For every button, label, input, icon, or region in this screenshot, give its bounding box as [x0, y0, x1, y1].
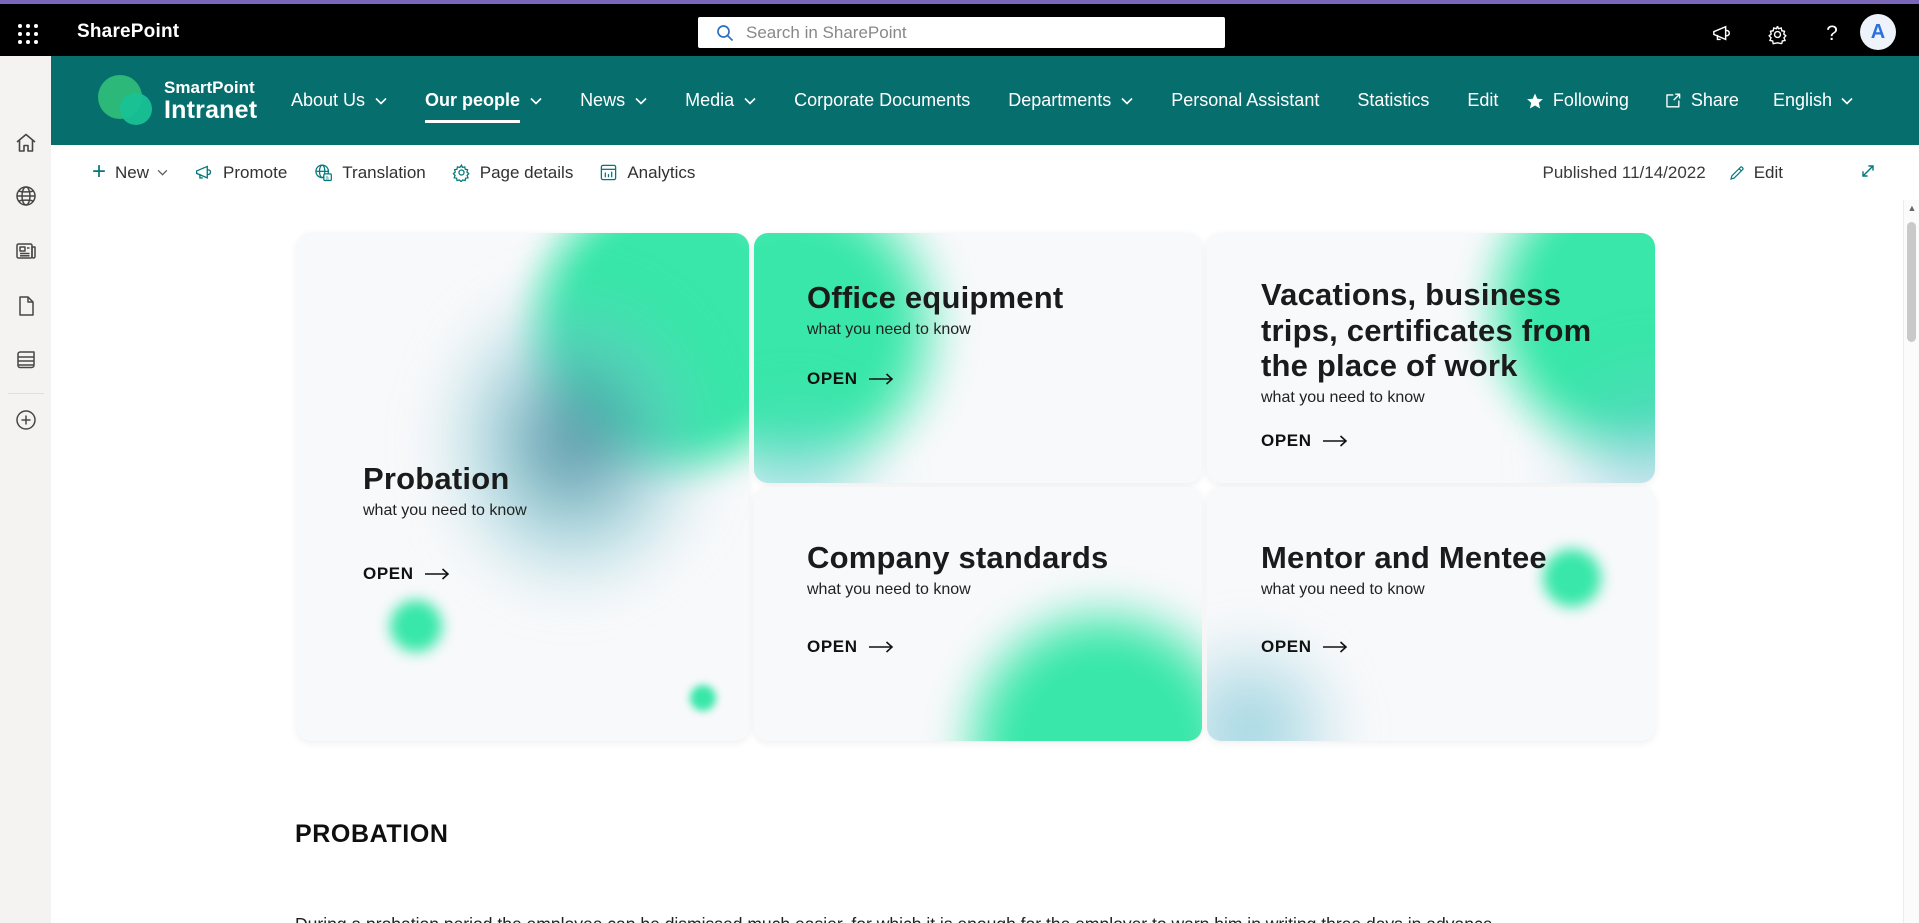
share-button[interactable]: Share	[1663, 90, 1739, 111]
help-icon[interactable]: ?	[1818, 20, 1846, 48]
chevron-down-icon	[635, 97, 647, 105]
left-app-bar	[0, 56, 51, 923]
arrow-right-icon	[868, 641, 894, 653]
scroll-up-arrow[interactable]: ▲	[1907, 203, 1917, 213]
logo-line1: SmartPoint	[164, 79, 257, 96]
card-title: Probation	[363, 461, 527, 497]
following-button[interactable]: Following	[1526, 90, 1629, 111]
page-details-button[interactable]: Page details	[452, 163, 574, 183]
gear-icon	[452, 163, 471, 182]
section-body-preview: During a probation period the employee c…	[295, 912, 1545, 923]
expand-icon[interactable]	[1858, 161, 1878, 181]
search-icon	[716, 24, 734, 42]
plus-icon: +	[92, 160, 106, 184]
card-probation[interactable]: Probation what you need to know OPEN	[297, 233, 749, 741]
edit-page-button[interactable]: Edit	[1728, 163, 1783, 183]
suite-bar: SharePoint ? A	[0, 4, 1919, 56]
analytics-button[interactable]: Analytics	[599, 163, 695, 183]
home-icon[interactable]	[14, 131, 38, 155]
chevron-down-icon	[157, 169, 168, 176]
card-title: Vacations, business trips, certificates …	[1261, 277, 1613, 384]
published-date: Published 11/14/2022	[1542, 163, 1705, 183]
open-link[interactable]: OPEN	[1261, 431, 1613, 451]
language-selector[interactable]: English	[1773, 90, 1853, 111]
nav-news[interactable]: News	[580, 56, 647, 145]
chevron-down-icon	[375, 97, 387, 105]
vertical-scrollbar[interactable]: ▲	[1903, 200, 1919, 923]
card-subtitle: what you need to know	[807, 581, 1108, 599]
nav-corporate-documents[interactable]: Corporate Documents	[794, 56, 970, 145]
scroll-thumb[interactable]	[1907, 222, 1916, 342]
translation-button[interactable]: a Translation	[313, 163, 425, 183]
new-button[interactable]: + New	[92, 162, 168, 184]
chevron-down-icon	[1121, 97, 1133, 105]
open-link[interactable]: OPEN	[1261, 637, 1547, 657]
nav-about-us[interactable]: About Us	[291, 56, 387, 145]
translate-globe-icon: a	[313, 163, 333, 183]
nav-media[interactable]: Media	[685, 56, 756, 145]
decorative-blob	[1543, 549, 1601, 607]
app-launcher-icon[interactable]	[12, 18, 44, 50]
pencil-icon	[1728, 164, 1746, 182]
gear-icon[interactable]	[1763, 20, 1791, 48]
account-avatar[interactable]: A	[1860, 14, 1896, 50]
page: SharePoint ? A	[0, 0, 1919, 923]
arrow-right-icon	[424, 568, 450, 580]
analytics-chart-icon	[599, 163, 618, 182]
search-box[interactable]	[698, 17, 1225, 48]
nav-personal-assistant[interactable]: Personal Assistant	[1171, 56, 1319, 145]
command-bar: + New Promote a Translation	[51, 145, 1903, 200]
site-logo-icon	[98, 73, 156, 129]
site-header: SmartPoint Intranet About Us Our people …	[51, 56, 1919, 145]
document-icon[interactable]	[14, 294, 38, 318]
open-link[interactable]: OPEN	[363, 564, 527, 584]
decorative-blob	[690, 685, 716, 711]
card-subtitle: what you need to know	[363, 502, 527, 520]
nav-edit[interactable]: Edit	[1467, 56, 1498, 145]
card-title: Office equipment	[807, 280, 1063, 316]
card-subtitle: what you need to know	[1261, 389, 1613, 407]
main-nav: About Us Our people News Media Corporate…	[291, 56, 1498, 145]
globe-icon[interactable]	[14, 184, 38, 208]
section-heading: PROBATION	[295, 820, 449, 849]
chevron-down-icon	[744, 97, 756, 105]
nav-our-people[interactable]: Our people	[425, 56, 542, 145]
share-icon	[1663, 91, 1682, 110]
card-title: Mentor and Mentee	[1261, 540, 1547, 576]
appbar-divider	[8, 393, 44, 394]
decorative-blob	[390, 600, 442, 652]
arrow-right-icon	[868, 373, 894, 385]
card-subtitle: what you need to know	[807, 321, 1063, 339]
open-link[interactable]: OPEN	[807, 369, 1063, 389]
decorative-blob	[754, 383, 894, 483]
quick-links-grid: Probation what you need to know OPEN Off…	[297, 233, 1655, 741]
library-icon[interactable]	[14, 348, 38, 372]
promote-button[interactable]: Promote	[194, 163, 287, 183]
search-input[interactable]	[744, 22, 1225, 44]
nav-departments[interactable]: Departments	[1008, 56, 1133, 145]
card-mentor-and-mentee[interactable]: Mentor and Mentee what you need to know …	[1207, 487, 1655, 741]
star-icon	[1526, 92, 1544, 110]
site-logo[interactable]: SmartPoint Intranet	[98, 73, 257, 129]
add-icon[interactable]	[14, 408, 38, 432]
decorative-blob	[512, 233, 749, 491]
chevron-down-icon	[530, 97, 542, 105]
arrow-right-icon	[1322, 641, 1348, 653]
megaphone-icon	[194, 164, 214, 182]
megaphone-icon[interactable]	[1708, 20, 1736, 48]
nav-statistics[interactable]: Statistics	[1357, 56, 1429, 145]
card-office-equipment[interactable]: Office equipment what you need to know O…	[754, 233, 1202, 483]
open-link[interactable]: OPEN	[807, 637, 1108, 657]
header-actions: Following Share English	[1526, 56, 1853, 145]
card-vacations[interactable]: Vacations, business trips, certificates …	[1207, 233, 1655, 483]
card-company-standards[interactable]: Company standards what you need to know …	[754, 487, 1202, 741]
card-subtitle: what you need to know	[1261, 581, 1547, 599]
news-icon[interactable]	[14, 239, 38, 263]
chevron-down-icon	[1841, 97, 1853, 105]
arrow-right-icon	[1322, 435, 1348, 447]
card-title: Company standards	[807, 540, 1108, 576]
logo-line2: Intranet	[164, 98, 257, 123]
suite-app-title: SharePoint	[77, 21, 179, 43]
